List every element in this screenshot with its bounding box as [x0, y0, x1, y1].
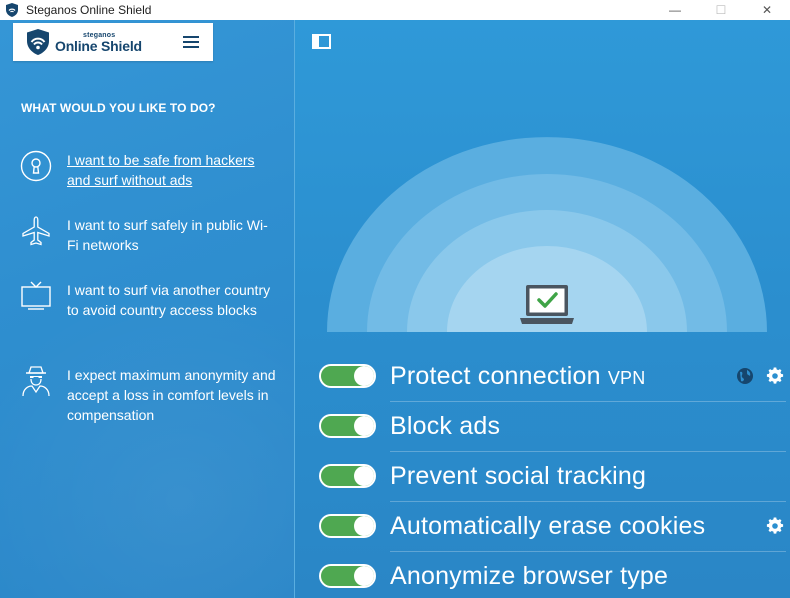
logo-product: Online Shield — [55, 37, 142, 54]
laptop-check-icon — [520, 285, 574, 324]
option-public-wifi[interactable]: I want to surf safely in public Wi-Fi ne… — [20, 215, 277, 255]
feature-prevent-social-tracking: Prevent social tracking — [295, 452, 790, 502]
maximize-button[interactable]: ☐ — [698, 0, 744, 20]
feature-anonymize-browser: Anonymize browser type — [295, 552, 790, 598]
block-ads-toggle[interactable] — [319, 414, 376, 438]
feature-protect-connection: Protect connection VPN — [295, 352, 790, 402]
gear-icon[interactable] — [766, 367, 784, 385]
main-panel: Protect connection VPN Block ads Prevent… — [295, 20, 790, 598]
option-another-country[interactable]: I want to surf via another country to av… — [20, 280, 277, 320]
tv-icon — [21, 281, 51, 310]
feature-label: Protect connection VPN — [390, 362, 645, 391]
feature-label: Anonymize browser type — [390, 562, 669, 590]
globe-icon[interactable] — [736, 367, 754, 385]
spy-icon — [22, 366, 50, 397]
feature-block-ads: Block ads — [295, 402, 790, 452]
option-label: I want to surf via another country to av… — [67, 282, 271, 318]
feature-label-text: Protect connection — [390, 362, 601, 390]
protection-status-graphic — [327, 137, 767, 332]
shield-logo-icon — [27, 29, 49, 55]
window-controls: — ☐ ✕ — [652, 0, 790, 20]
option-max-anonymity[interactable]: I expect maximum anonymity and accept a … — [20, 365, 277, 425]
title-bar: Steganos Online Shield — ☐ ✕ — [0, 0, 790, 20]
anonymize-browser-toggle[interactable] — [319, 564, 376, 588]
sidebar-toggle-icon[interactable] — [312, 34, 331, 49]
minimize-button[interactable]: — — [652, 0, 698, 20]
feature-label: Prevent social tracking — [390, 462, 647, 490]
option-label[interactable]: I want to be safe from hackers and surf … — [67, 150, 277, 190]
option-safe-from-hackers[interactable]: I want to be safe from hackers and surf … — [20, 150, 277, 190]
protect-connection-toggle[interactable] — [319, 364, 376, 388]
close-button[interactable]: ✕ — [744, 0, 790, 20]
logo-box: steganos Online Shield — [13, 23, 213, 61]
feature-label: Block ads — [390, 412, 501, 440]
menu-icon[interactable] — [183, 36, 199, 48]
gear-icon[interactable] — [766, 517, 784, 535]
app-shield-icon — [6, 3, 18, 17]
window-title: Steganos Online Shield — [26, 3, 152, 17]
feature-list: Protect connection VPN Block ads Prevent… — [295, 352, 790, 598]
sidebar: steganos Online Shield WHAT WOULD YOU LI… — [0, 20, 294, 598]
feature-label-suffix: VPN — [607, 368, 646, 388]
option-label: I expect maximum anonymity and accept a … — [67, 367, 276, 423]
prevent-social-tracking-toggle[interactable] — [319, 464, 376, 488]
feature-erase-cookies: Automatically erase cookies — [295, 502, 790, 552]
sidebar-heading: WHAT WOULD YOU LIKE TO DO? — [21, 101, 216, 115]
airplane-icon — [22, 216, 50, 246]
option-label: I want to surf safely in public Wi-Fi ne… — [67, 217, 268, 253]
feature-label: Automatically erase cookies — [390, 512, 706, 540]
keyhole-icon — [20, 150, 52, 182]
erase-cookies-toggle[interactable] — [319, 514, 376, 538]
logo-text: steganos Online Shield — [55, 32, 142, 53]
